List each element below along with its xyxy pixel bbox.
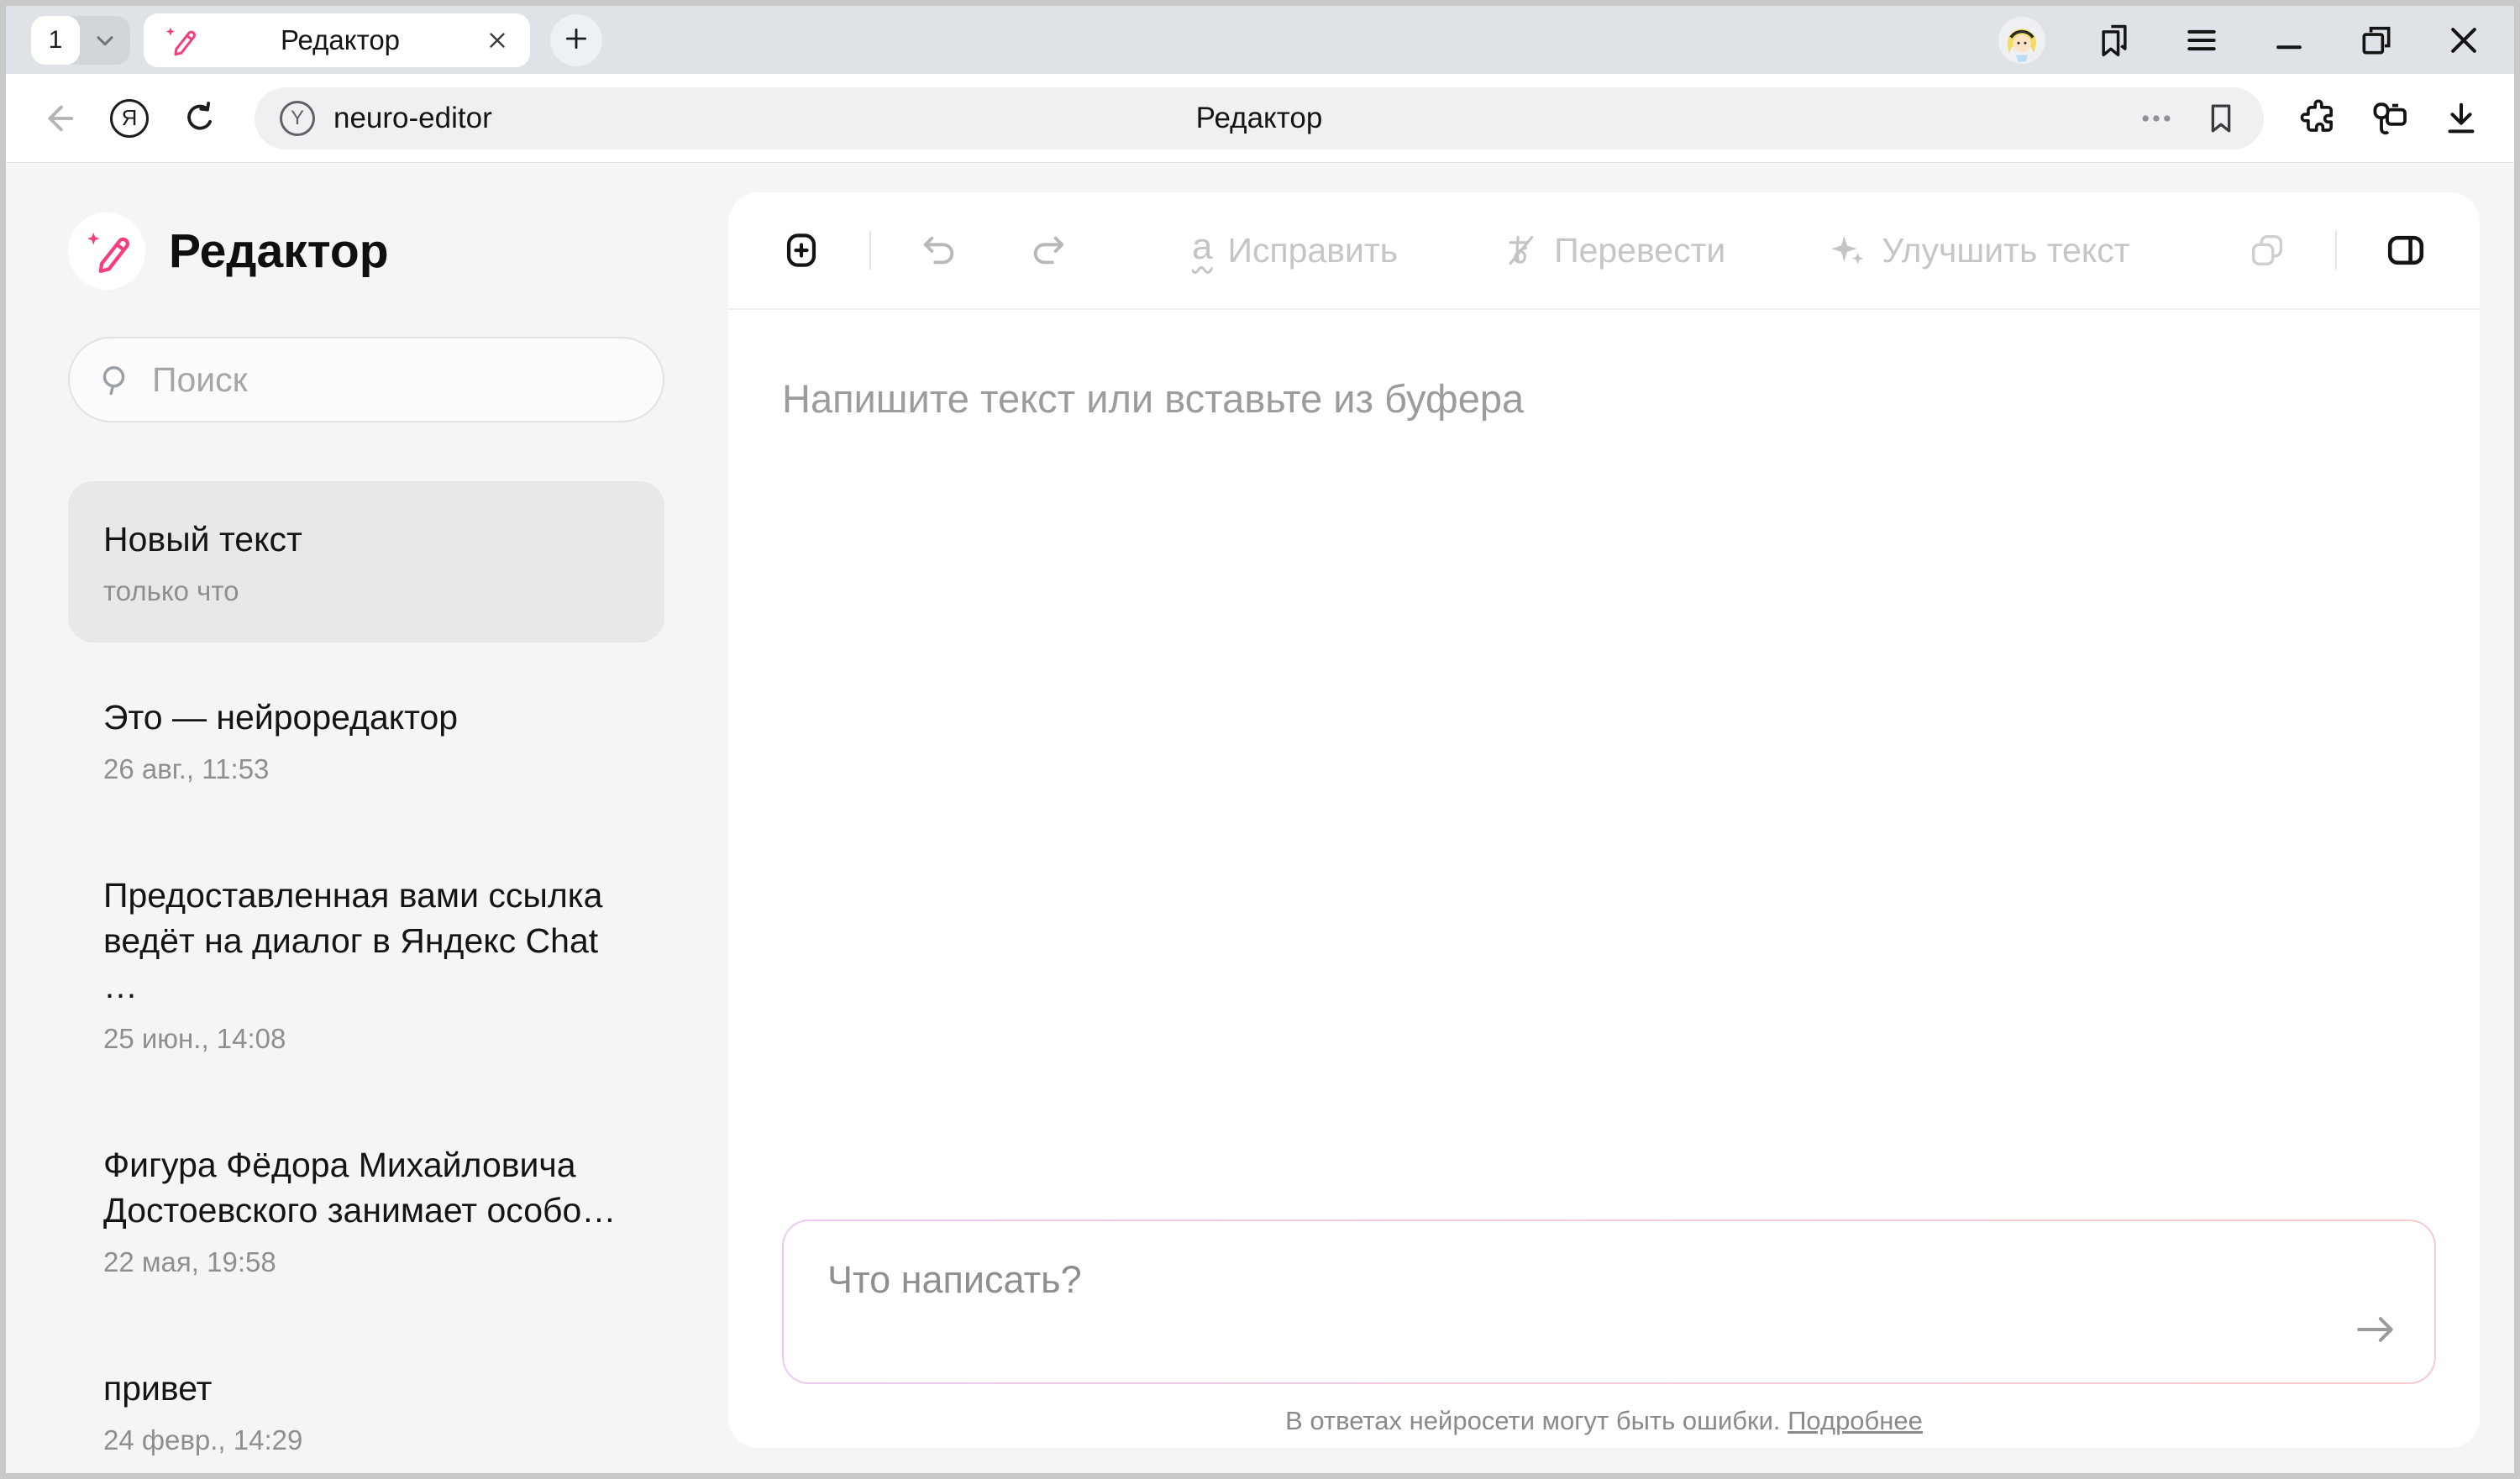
translate-icon — [1502, 232, 1539, 269]
reload-icon[interactable] — [181, 99, 219, 138]
new-doc-icon[interactable] — [782, 231, 821, 270]
extensions-icon[interactable] — [2299, 99, 2338, 138]
window-controls — [1998, 17, 2482, 64]
tab-title: Редактор — [196, 24, 485, 56]
tab-count[interactable]: 1 — [31, 16, 80, 65]
editor-toolbar: а Исправить Перевести Улучшить текст — [728, 192, 2480, 310]
improve-label: Улучшить текст — [1882, 231, 2129, 270]
document-list: Новый текст только что Это — нейроредакт… — [68, 481, 664, 1479]
yandex-home-icon[interactable]: Я — [110, 99, 149, 138]
copy-icon[interactable] — [2248, 231, 2286, 270]
search-input[interactable] — [150, 359, 636, 401]
editor-placeholder: Напишите текст или вставьте из буфера — [782, 375, 2426, 422]
sparkles-icon — [1830, 232, 1866, 269]
tab-counter[interactable]: 1 — [31, 16, 130, 65]
item-title-line2: Достоевского занимает особо… — [103, 1188, 629, 1233]
magic-pencil-icon — [68, 212, 145, 290]
tab-close-icon[interactable] — [485, 28, 510, 53]
search-icon — [97, 361, 134, 398]
item-title: Предоставленная вами ссылка — [103, 873, 629, 918]
new-tab-button[interactable] — [550, 14, 602, 66]
omnibox-actions — [2138, 100, 2239, 137]
fix-button[interactable]: а Исправить — [1187, 228, 1403, 273]
list-item[interactable]: Предоставленная вами ссылка ведёт на диа… — [68, 837, 664, 1089]
avatar[interactable] — [1998, 17, 2045, 64]
item-date: 26 авг., 11:53 — [103, 753, 629, 785]
redo-icon[interactable] — [1029, 231, 1068, 270]
app-title: Редактор — [169, 223, 389, 279]
item-date: 22 мая, 19:58 — [103, 1246, 629, 1278]
search-box[interactable] — [68, 337, 664, 422]
list-item[interactable]: Это — нейроредактор 26 авг., 11:53 — [68, 659, 664, 821]
omnibox-site: Y neuro-editor — [280, 101, 492, 136]
prompt-input[interactable]: Что написать? — [784, 1221, 2434, 1382]
divider — [869, 231, 871, 270]
panel-toggle-icon[interactable] — [2386, 230, 2426, 270]
menu-icon[interactable] — [2183, 22, 2220, 59]
item-title-line2: ведёт на диалог в Яндекс Chat … — [103, 918, 629, 1009]
prompt-box: Что написать? — [782, 1219, 2436, 1384]
item-title: Новый текст — [103, 517, 629, 562]
bookmark-flag-icon[interactable] — [2203, 101, 2239, 136]
passwords-icon[interactable] — [2370, 98, 2410, 139]
chevron-down-icon[interactable] — [80, 27, 130, 54]
send-icon[interactable] — [2352, 1306, 2399, 1356]
list-item[interactable]: привет 24 февр., 14:29 — [68, 1330, 664, 1479]
site-badge-icon[interactable]: Y — [280, 101, 315, 136]
page-title: Редактор — [255, 102, 2264, 135]
app-logo-row: Редактор — [68, 212, 664, 290]
page: Редактор Новый текст только что Это — не… — [6, 169, 2514, 1473]
undo-icon[interactable] — [920, 231, 958, 270]
item-date: 24 февр., 14:29 — [103, 1424, 629, 1456]
divider — [2335, 231, 2337, 270]
sidebar: Редактор Новый текст только что Это — не… — [6, 169, 728, 1473]
translate-button[interactable]: Перевести — [1497, 230, 1730, 271]
bookmarks-stack-icon[interactable] — [2096, 22, 2133, 59]
list-item[interactable]: Фигура Фёдора Михайловича Достоевского з… — [68, 1107, 664, 1314]
list-item-new-text[interactable]: Новый текст только что — [68, 481, 664, 642]
item-date: 25 июн., 14:08 — [103, 1023, 629, 1055]
restore-icon[interactable] — [2358, 22, 2395, 59]
item-date: только что — [103, 575, 629, 607]
tab-editor[interactable]: Редактор — [144, 13, 530, 67]
disclaimer: В ответах нейросети могут быть ошибки. П… — [728, 1406, 2480, 1436]
new-tab-icon — [562, 24, 591, 55]
item-title: привет — [103, 1366, 629, 1411]
improve-button[interactable]: Улучшить текст — [1824, 230, 2134, 271]
fix-label: Исправить — [1227, 231, 1398, 270]
editor-card: а Исправить Перевести Улучшить текст — [728, 192, 2480, 1448]
tab-strip: 1 Редактор — [6, 6, 2514, 74]
magic-pencil-icon — [164, 24, 196, 56]
more-details-link[interactable]: Подробнее — [1788, 1406, 1923, 1435]
translate-label: Перевести — [1554, 231, 1725, 270]
more-icon[interactable] — [2138, 100, 2175, 137]
download-icon[interactable] — [2442, 99, 2481, 138]
omnibox[interactable]: Y neuro-editor Редактор — [255, 87, 2264, 149]
close-icon[interactable] — [2445, 22, 2482, 59]
item-title: Это — нейроредактор — [103, 695, 629, 740]
address-bar-row: Я Y neuro-editor Редактор — [6, 74, 2514, 163]
fix-icon: а — [1192, 228, 1212, 272]
url-text[interactable]: neuro-editor — [333, 102, 492, 135]
editor-surface[interactable]: Напишите текст или вставьте из буфера — [728, 310, 2480, 487]
browser-window: 1 Редактор — [0, 0, 2520, 1479]
disclaimer-text: В ответах нейросети могут быть ошибки. — [1285, 1406, 1780, 1435]
minimize-icon[interactable] — [2271, 22, 2307, 59]
back-icon[interactable] — [39, 99, 78, 138]
yandex-letter: Я — [110, 99, 149, 138]
item-title: Фигура Фёдора Михайловича — [103, 1142, 629, 1188]
prompt-placeholder: Что написать? — [827, 1258, 2391, 1302]
